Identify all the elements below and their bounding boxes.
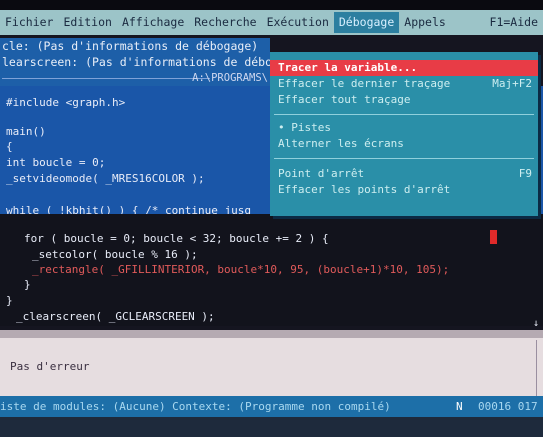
source-editor-lower[interactable]: for ( boucle = 0; boucle < 32; boucle +=… (0, 214, 543, 326)
code-line[interactable]: main() (6, 125, 46, 138)
file-path: A:\PROGRAMS\ (192, 72, 268, 84)
menu-item-clear-all-traces[interactable]: Effacer tout traçage (270, 92, 538, 108)
menu-debogage[interactable]: Débogage (333, 12, 400, 33)
code-line[interactable]: } (24, 278, 31, 291)
divider-line (2, 78, 210, 79)
menu-appels[interactable]: Appels (399, 12, 451, 33)
menu-item-clear-breakpoints[interactable]: Effacer les points d'arrêt (270, 182, 538, 198)
code-line[interactable]: int boucle = 0; (6, 156, 105, 169)
menu-execution[interactable]: Exécution (262, 12, 334, 33)
monitor-frame-bottom (0, 417, 543, 437)
code-line[interactable]: _clearscreen( _GCLEARSCREEN ); (16, 310, 215, 323)
messages-pane: Pas d'erreur (0, 330, 543, 396)
menu-edition[interactable]: Edition (58, 12, 116, 33)
status-bar: iste de modules: (Aucune) Contexte: (Pro… (0, 396, 543, 417)
watch-line-1: cle: (Pas d'informations de débogage) (2, 39, 259, 53)
text-cursor (490, 230, 497, 244)
code-line[interactable]: { (6, 140, 13, 153)
code-line[interactable]: #include <graph.h> (6, 96, 125, 109)
message-text: Pas d'erreur (10, 360, 90, 373)
dos-ide-screen: Fichier Edition Affichage Recherche Exéc… (0, 0, 543, 437)
menu-item-trace-variable[interactable]: Tracer la variable... (270, 60, 538, 76)
code-line-highlighted[interactable]: _rectangle( _GFILLINTERIOR, boucle*10, 9… (32, 263, 449, 276)
menu-aide[interactable]: F1=Aide (485, 12, 543, 33)
scroll-down-icon[interactable]: ↓ (533, 318, 541, 329)
menu-item-breakpoint[interactable]: Point d'arrêt F9 (270, 166, 538, 182)
pane-edge (536, 340, 537, 396)
pane-border (0, 330, 543, 338)
debug-menu-dropdown: Tracer la variable... Effacer le dernier… (270, 52, 538, 216)
status-mode: N (456, 400, 463, 413)
menu-affichage[interactable]: Affichage (117, 12, 189, 33)
menu-fichier[interactable]: Fichier (0, 12, 58, 33)
menu-bar: Fichier Edition Affichage Recherche Exéc… (0, 10, 543, 35)
menu-item-toggle-screens[interactable]: Alterner les écrans (270, 136, 538, 152)
code-line[interactable]: _setvideomode( _MRES16COLOR ); (6, 172, 205, 185)
status-context: iste de modules: (Aucune) Contexte: (Pro… (0, 400, 391, 413)
watch-info-panel: cle: (Pas d'informations de débogage) le… (0, 38, 270, 86)
cursor-position: 00016 017 (478, 400, 538, 413)
code-line[interactable]: _setcolor( boucle % 16 ); (32, 248, 198, 261)
menu-separator (274, 158, 534, 159)
code-line[interactable]: for ( boucle = 0; boucle < 32; boucle +=… (24, 232, 329, 245)
menu-item-clear-last-trace[interactable]: Effacer le dernier traçage Maj+F2 (270, 76, 538, 92)
menu-recherche[interactable]: Recherche (189, 12, 261, 33)
menu-item-pistes[interactable]: • Pistes (270, 120, 538, 136)
menu-separator (274, 114, 534, 115)
watch-line-2: learscreen: (Pas d'informations de débo (2, 55, 270, 69)
code-line[interactable]: } (6, 294, 13, 307)
